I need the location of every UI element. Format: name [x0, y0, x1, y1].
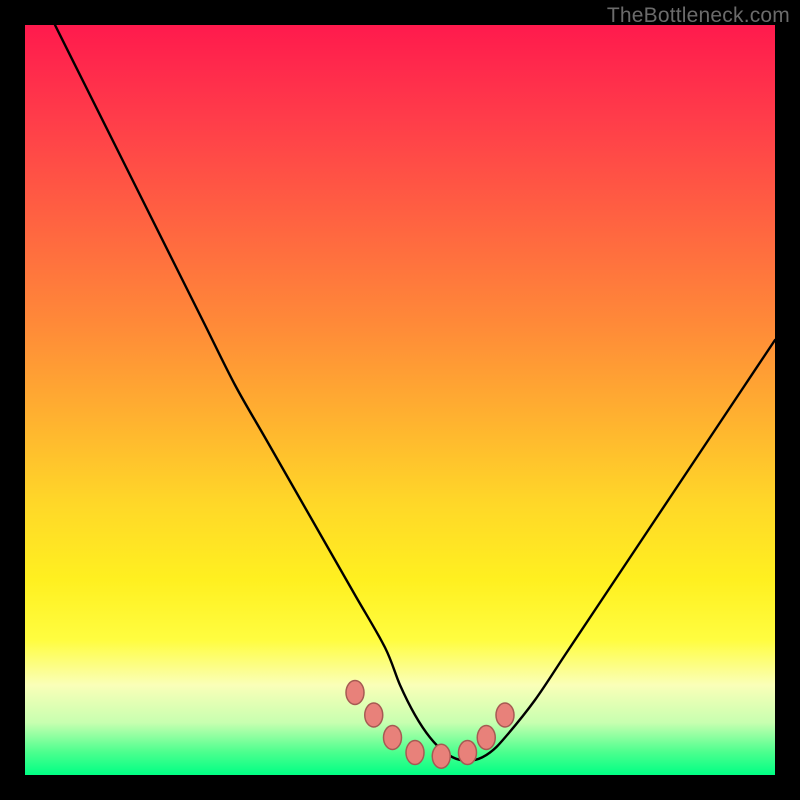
valley-markers	[346, 681, 514, 769]
chart-frame: TheBottleneck.com	[0, 0, 800, 800]
valley-marker	[384, 726, 402, 750]
bottleneck-curve	[55, 25, 775, 761]
valley-marker	[346, 681, 364, 705]
valley-marker	[496, 703, 514, 727]
watermark-text: TheBottleneck.com	[607, 4, 790, 28]
valley-marker	[459, 741, 477, 765]
plot-area	[25, 25, 775, 775]
valley-marker	[477, 726, 495, 750]
curve-layer	[25, 25, 775, 775]
valley-marker	[432, 744, 450, 768]
valley-marker	[406, 741, 424, 765]
valley-marker	[365, 703, 383, 727]
